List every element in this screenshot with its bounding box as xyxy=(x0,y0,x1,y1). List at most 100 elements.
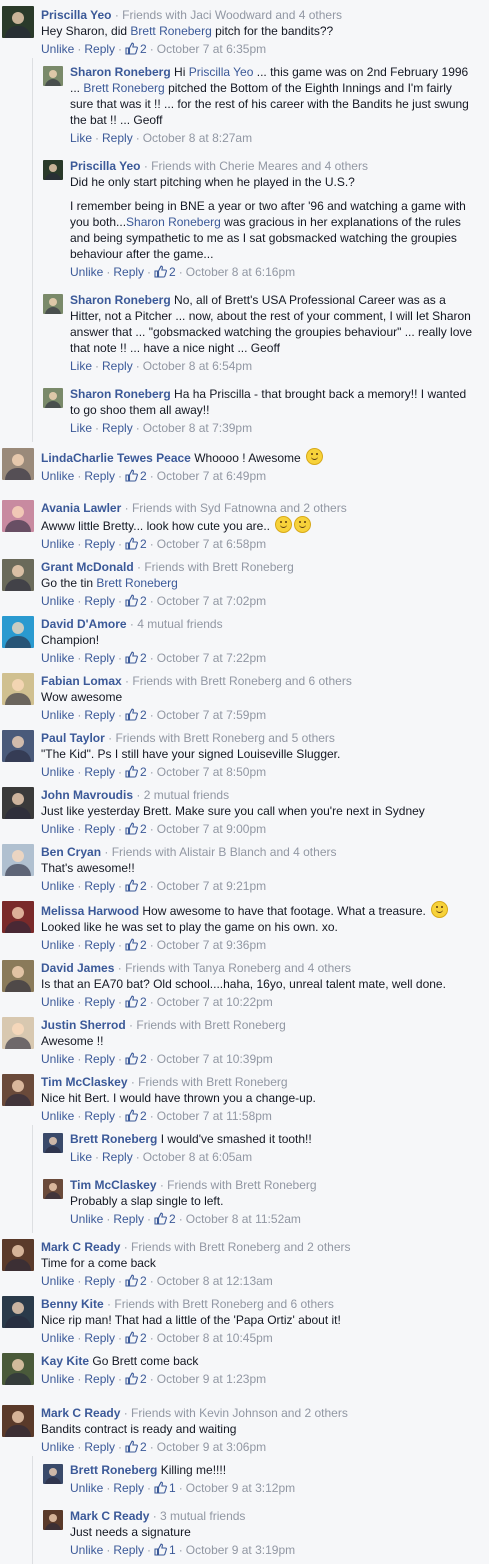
reply-link[interactable]: Reply xyxy=(84,822,115,836)
timestamp-link[interactable]: October 7 at 7:22pm xyxy=(157,651,266,665)
reply-link[interactable]: Reply xyxy=(84,1052,115,1066)
avatar[interactable] xyxy=(43,388,63,408)
mention-link[interactable]: Brett Roneberg xyxy=(96,576,177,590)
avatar[interactable] xyxy=(2,1017,34,1049)
unlike-link[interactable]: Unlike xyxy=(41,995,74,1009)
author-name[interactable]: Sharon Roneberg xyxy=(70,293,171,307)
author-name[interactable]: Mark C Ready xyxy=(70,1509,149,1523)
timestamp-link[interactable]: October 7 at 10:39pm xyxy=(157,1052,273,1066)
timestamp-link[interactable]: October 7 at 7:02pm xyxy=(157,594,266,608)
author-name[interactable]: Sharon Roneberg xyxy=(70,387,171,401)
reply-link[interactable]: Reply xyxy=(84,1331,115,1345)
author-name[interactable]: Priscilla Yeo xyxy=(70,159,141,173)
reply-link[interactable]: Reply xyxy=(113,265,144,279)
author-name[interactable]: Avania Lawler xyxy=(41,501,121,515)
reply-link[interactable]: Reply xyxy=(102,359,133,373)
timestamp-link[interactable]: October 9 at 3:06pm xyxy=(157,1440,266,1454)
reply-link[interactable]: Reply xyxy=(84,879,115,893)
like-count[interactable]: 2 xyxy=(125,651,147,665)
like-count[interactable]: 2 xyxy=(125,594,147,608)
like-count[interactable]: 2 xyxy=(125,1440,147,1454)
avatar[interactable] xyxy=(2,616,34,648)
author-name[interactable]: David James xyxy=(41,961,114,975)
reply-link[interactable]: Reply xyxy=(102,1150,133,1164)
reply-link[interactable]: Reply xyxy=(84,1440,115,1454)
author-name[interactable]: Paul Taylor xyxy=(41,731,105,745)
author-name[interactable]: LindaCharlie Tewes Peace xyxy=(41,451,191,465)
author-name[interactable]: Brett Roneberg xyxy=(70,1132,157,1146)
unlike-link[interactable]: Unlike xyxy=(41,537,74,551)
like-count[interactable]: 2 xyxy=(125,708,147,722)
reply-link[interactable]: Reply xyxy=(113,1212,144,1226)
avatar[interactable] xyxy=(2,1405,34,1437)
unlike-link[interactable]: Unlike xyxy=(41,594,74,608)
reply-link[interactable]: Reply xyxy=(113,1481,144,1495)
timestamp-link[interactable]: October 7 at 9:00pm xyxy=(157,822,266,836)
reply-link[interactable]: Reply xyxy=(84,995,115,1009)
timestamp-link[interactable]: October 9 at 3:19pm xyxy=(186,1543,295,1557)
author-name[interactable]: Brett Roneberg xyxy=(70,1463,157,1477)
like-count[interactable]: 2 xyxy=(125,42,147,56)
avatar[interactable] xyxy=(2,1239,34,1271)
like-count[interactable]: 2 xyxy=(154,265,176,279)
reply-link[interactable]: Reply xyxy=(84,938,115,952)
avatar[interactable] xyxy=(43,1464,63,1484)
avatar[interactable] xyxy=(2,787,34,819)
avatar[interactable] xyxy=(2,673,34,705)
avatar[interactable] xyxy=(43,160,63,180)
like-count[interactable]: 2 xyxy=(125,995,147,1009)
author-name[interactable]: Mark C Ready xyxy=(41,1240,120,1254)
unlike-link[interactable]: Unlike xyxy=(70,265,103,279)
timestamp-link[interactable]: October 8 at 6:16pm xyxy=(186,265,295,279)
unlike-link[interactable]: Unlike xyxy=(41,651,74,665)
avatar[interactable] xyxy=(2,448,34,480)
timestamp-link[interactable]: October 7 at 6:35pm xyxy=(157,42,266,56)
avatar[interactable] xyxy=(43,1133,63,1153)
avatar[interactable] xyxy=(2,6,34,38)
author-name[interactable]: Mark C Ready xyxy=(41,1406,120,1420)
unlike-link[interactable]: Unlike xyxy=(41,1331,74,1345)
timestamp-link[interactable]: October 8 at 10:45pm xyxy=(157,1331,273,1345)
unlike-link[interactable]: Unlike xyxy=(41,822,74,836)
like-count[interactable]: 2 xyxy=(154,1212,176,1226)
timestamp-link[interactable]: October 8 at 11:52am xyxy=(186,1212,301,1226)
avatar[interactable] xyxy=(43,1510,63,1530)
like-link[interactable]: Like xyxy=(70,1150,92,1164)
author-name[interactable]: Ben Cryan xyxy=(41,845,101,859)
like-count[interactable]: 1 xyxy=(154,1543,176,1557)
avatar[interactable] xyxy=(2,730,34,762)
reply-link[interactable]: Reply xyxy=(84,1109,115,1123)
like-count[interactable]: 2 xyxy=(125,1109,147,1123)
author-name[interactable]: Tim McClaskey xyxy=(41,1075,128,1089)
unlike-link[interactable]: Unlike xyxy=(41,1372,74,1386)
reply-link[interactable]: Reply xyxy=(113,1543,144,1557)
mention-link[interactable]: Brett Roneberg xyxy=(83,81,164,95)
like-count[interactable]: 2 xyxy=(125,1052,147,1066)
author-name[interactable]: Sharon Roneberg xyxy=(70,65,171,79)
reply-link[interactable]: Reply xyxy=(84,765,115,779)
reply-link[interactable]: Reply xyxy=(84,651,115,665)
like-count[interactable]: 2 xyxy=(125,537,147,551)
reply-link[interactable]: Reply xyxy=(102,131,133,145)
avatar[interactable] xyxy=(2,901,34,933)
timestamp-link[interactable]: October 7 at 6:58pm xyxy=(157,537,266,551)
author-name[interactable]: Kay Kite xyxy=(41,1354,89,1368)
like-link[interactable]: Like xyxy=(70,131,92,145)
timestamp-link[interactable]: October 7 at 10:22pm xyxy=(157,995,273,1009)
like-count[interactable]: 2 xyxy=(125,469,147,483)
author-name[interactable]: Priscilla Yeo xyxy=(41,8,112,22)
like-count[interactable]: 2 xyxy=(125,938,147,952)
reply-link[interactable]: Reply xyxy=(84,1372,115,1386)
reply-link[interactable]: Reply xyxy=(84,42,115,56)
author-name[interactable]: John Mavroudis xyxy=(41,788,133,802)
like-count[interactable]: 2 xyxy=(125,879,147,893)
unlike-link[interactable]: Unlike xyxy=(41,708,74,722)
timestamp-link[interactable]: October 9 at 3:12pm xyxy=(186,1481,295,1495)
avatar[interactable] xyxy=(2,1353,34,1385)
reply-link[interactable]: Reply xyxy=(84,537,115,551)
avatar[interactable] xyxy=(2,559,34,591)
mention-link[interactable]: Priscilla Yeo xyxy=(189,65,254,79)
author-name[interactable]: Tim McClaskey xyxy=(70,1178,157,1192)
avatar[interactable] xyxy=(2,844,34,876)
author-name[interactable]: Fabian Lomax xyxy=(41,674,122,688)
